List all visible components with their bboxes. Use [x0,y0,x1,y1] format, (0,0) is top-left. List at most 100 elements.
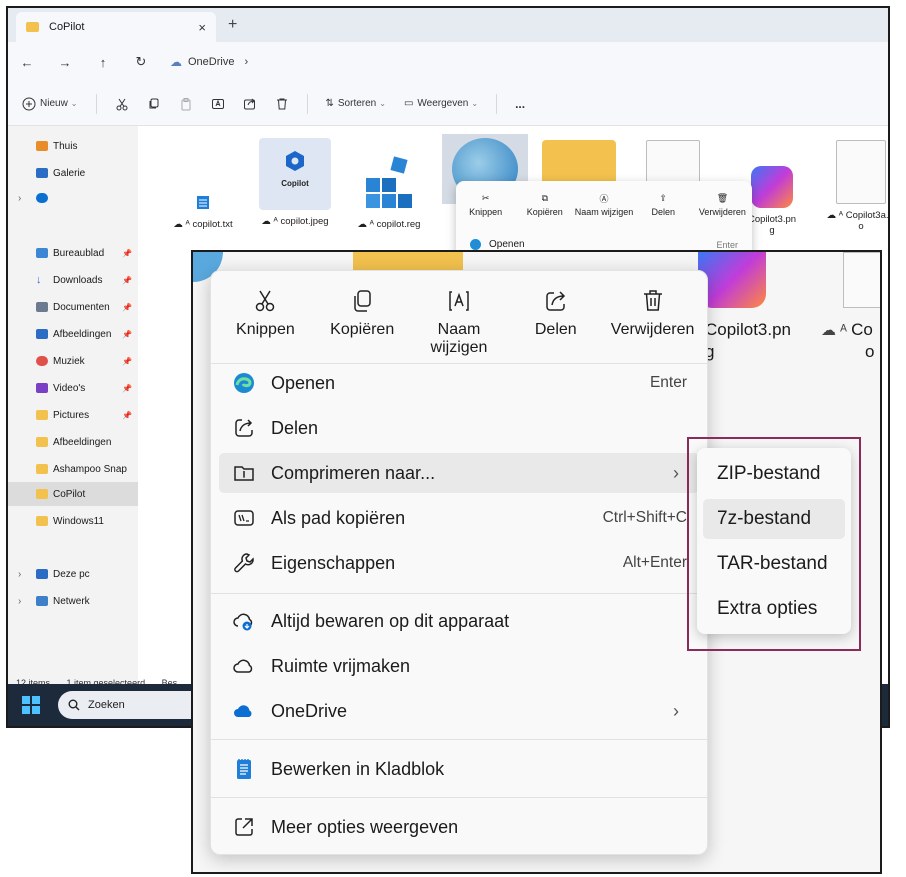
sidebar-item-pictures[interactable]: Pictures 📌 [8,403,138,427]
mini-open-shortcut: Enter [716,239,738,250]
paste-button[interactable] [179,97,193,111]
back-icon[interactable]: ← [8,55,46,70]
menu-item-free-space[interactable]: Ruimte vrijmaken [219,646,699,686]
close-tab-icon[interactable]: × [198,20,206,35]
tab-copilot[interactable]: CoPilot × [16,12,216,42]
share-button[interactable]: Delen [507,281,604,361]
more-options-button[interactable]: ... [515,97,525,111]
copy-icon [149,98,158,108]
file-name: ☁ ᴬ copilot.txt [173,219,233,230]
sidebar-item-bureaublad[interactable]: Bureaublad 📌 [8,241,138,265]
file-copilot-reg[interactable]: ☁ ᴬ copilot.reg [346,154,432,230]
context-menu: Knippen Kopiëren Naam wijzigen Delen Ver… [210,270,708,855]
view-label: Weergeven [417,98,469,109]
sidebar-item-onedrive[interactable]: › [8,186,138,210]
file-copilot-jpeg[interactable]: Copilot ☁ ᴬ copilot.jpeg [252,138,338,227]
submenu-item-7z[interactable]: 7z-bestand [703,499,845,539]
mini-cut-button[interactable]: ✂ Knippen [456,189,515,227]
windows-start-icon[interactable] [22,696,40,714]
mini-open-item[interactable]: Openen Enter [470,239,738,250]
cut-button[interactable] [115,97,129,111]
new-button[interactable]: Nieuw ⌄ [22,97,78,111]
generic-file-icon [836,140,886,204]
submenu-item-extra-options[interactable]: Extra opties [703,589,845,629]
rename-button[interactable]: Naam wijzigen [411,281,508,361]
chevron-right-icon[interactable]: › [18,569,21,580]
trash-icon [276,98,287,109]
menu-item-compress[interactable]: Comprimeren naar... › [219,453,699,493]
sidebar-item-windows11[interactable]: Windows11 [8,509,138,533]
sidebar-item-downloads[interactable]: ↓ Downloads 📌 [8,268,138,292]
cut-button[interactable]: Knippen [217,281,314,361]
menu-item-more-options[interactable]: Meer opties weergeven [219,807,699,847]
menu-item-always-keep[interactable]: Altijd bewaren op dit apparaat [219,601,699,641]
notepad-icon [197,196,209,209]
sidebar-item-deze-pc[interactable]: › Deze pc [8,562,138,586]
more-icon: ... [515,96,526,111]
view-icon: ▭ [403,98,414,109]
share-button[interactable] [243,97,257,111]
breadcrumb-onedrive[interactable]: OneDrive [188,56,234,68]
up-icon[interactable]: ↑ [84,55,122,70]
chevron-right-icon[interactable]: › [18,193,21,204]
sidebar-item-afbeeldingen-folder[interactable]: Afbeeldingen [8,430,138,454]
file-blank-document[interactable] [646,140,700,184]
sidebar-item-muziek[interactable]: Muziek 📌 [8,349,138,373]
menu-item-edit-notepad[interactable]: Bewerken in Kladblok [219,749,699,789]
new-tab-button[interactable]: + [228,16,237,34]
pin-icon: 📌 [122,248,132,258]
network-icon [36,596,48,606]
menu-item-onedrive[interactable]: OneDrive › [219,691,699,731]
submenu-item-tar[interactable]: TAR-bestand [703,544,845,584]
divider [211,593,707,594]
delete-button[interactable]: Verwijderen [604,281,701,361]
sidebar-item-netwerk[interactable]: › Netwerk [8,589,138,613]
menu-item-copy-path[interactable]: Als pad kopiëren Ctrl+Shift+C [219,498,699,538]
file-copilot-txt[interactable]: ☁ ᴬ copilot.txt [160,194,246,230]
delete-button[interactable] [275,97,289,111]
address-bar[interactable]: ☁ OneDrive › [170,55,248,69]
mini-rename-button[interactable]: Ⓐ Naam wijzigen [574,189,634,227]
sort-label: Sorteren [337,98,377,109]
menu-item-properties[interactable]: Eigenschappen Alt+Enter [219,543,699,583]
rename-icon [211,98,224,109]
folder-icon [36,464,48,474]
mini-copy-button[interactable]: ⧉ Kopiëren [515,189,574,227]
file-name-line2: o [865,342,875,361]
scissors-icon [116,98,127,110]
sidebar-item-galerie[interactable]: Galerie [8,161,138,185]
share-icon [546,291,565,311]
menu-item-open[interactable]: Openen Enter [219,363,699,403]
submenu-item-zip[interactable]: ZIP-bestand [703,454,845,494]
copy-icon: ⧉ [541,192,549,203]
sidebar-item-copilot[interactable]: CoPilot [8,482,138,506]
sidebar-item-thuis[interactable]: Thuis [8,134,138,158]
wrench-icon [234,553,254,573]
chevron-down-icon: ⌄ [379,99,386,108]
refresh-icon[interactable]: ↻ [122,54,160,70]
chevron-right-icon[interactable]: › [18,596,21,607]
open-external-icon [235,818,253,836]
sort-button[interactable]: ⇅ Sorteren ⌄ [326,98,386,109]
forward-icon[interactable]: → [46,55,84,70]
clipboard-icon [181,97,190,110]
sidebar-item-documenten[interactable]: Documenten 📌 [8,295,138,319]
sidebar-item-videos[interactable]: Video's 📌 [8,376,138,400]
menu-item-share[interactable]: Delen [219,408,699,448]
copy-button[interactable]: Kopiëren [314,281,411,361]
copy-button[interactable] [147,97,161,111]
mini-share-button[interactable]: ⇪ Delen [634,189,693,227]
navigation-pane: Thuis Galerie › Bureaublad 📌 ↓ Downloads… [8,126,138,684]
file-name: ☁ ᴬ copilot.reg [357,219,421,230]
breadcrumb-chevron-icon[interactable]: › [244,56,248,68]
taskbar-search[interactable]: Zoeken [58,691,208,719]
share-icon [235,419,253,437]
sidebar-item-afbeeldingen[interactable]: Afbeeldingen 📌 [8,322,138,346]
mini-delete-button[interactable]: 🗑 Verwijderen [693,189,752,227]
sidebar-item-label: Afbeeldingen [53,328,112,340]
mini-action-label: Delen [651,207,675,217]
sidebar-item-ashampoo-snap[interactable]: Ashampoo Snap [8,457,138,481]
file-copilot3a-ico[interactable]: ☁ ᴬ Copilot3a.ic o [816,140,888,232]
view-button[interactable]: ▭ Weergeven ⌄ [404,98,478,109]
rename-button[interactable] [211,97,225,111]
